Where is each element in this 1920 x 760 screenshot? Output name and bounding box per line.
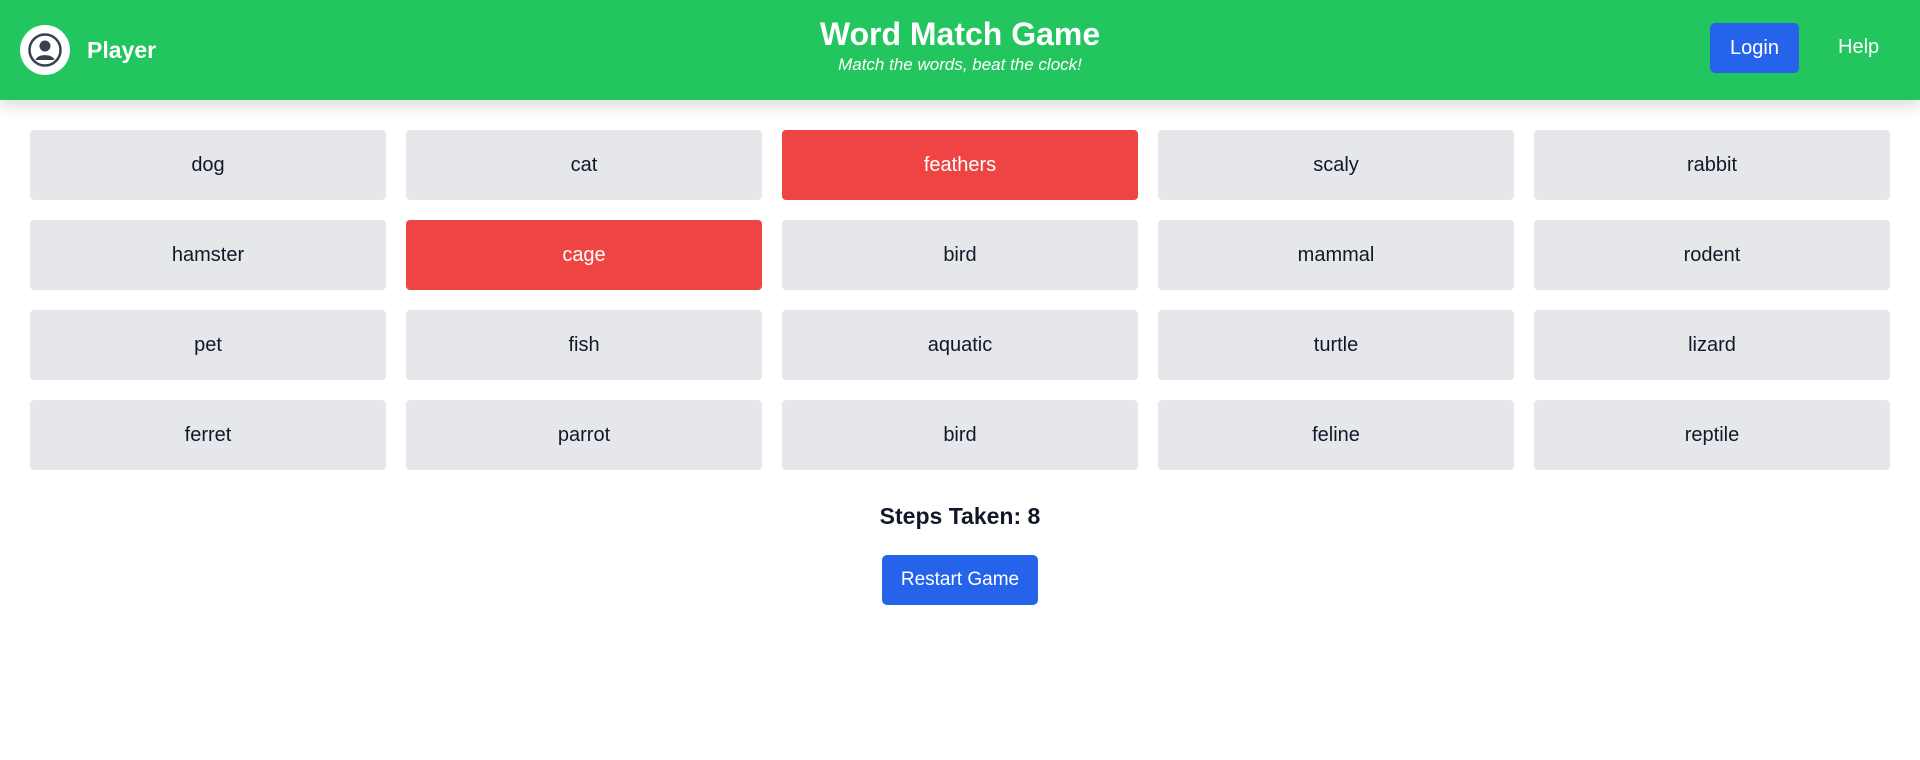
help-link[interactable]: Help <box>1838 36 1879 59</box>
word-tile[interactable]: fish <box>406 310 762 380</box>
word-tile[interactable]: turtle <box>1158 310 1514 380</box>
page-subtitle: Match the words, beat the clock! <box>838 55 1082 74</box>
word-tile[interactable]: mammal <box>1158 220 1514 290</box>
word-tile[interactable]: scaly <box>1158 130 1514 200</box>
player-name: Player <box>87 36 157 63</box>
word-tile[interactable]: bird <box>782 400 1138 470</box>
login-button[interactable]: Login <box>1710 23 1799 73</box>
word-tile[interactable]: bird <box>782 220 1138 290</box>
word-board: dog cat feathers scaly rabbit hamster cage bird… <box>30 130 1890 470</box>
word-tile[interactable]: ferret <box>30 400 386 470</box>
user-circle-icon <box>20 25 70 75</box>
restart-game-button[interactable]: Restart Game <box>882 555 1038 605</box>
page-title: Word Match Game <box>819 16 1101 52</box>
word-tile[interactable]: hamster <box>30 220 386 290</box>
title-block: Word Match Game Match the words, beat th… <box>0 14 1920 76</box>
word-tile[interactable]: parrot <box>406 400 762 470</box>
word-tile[interactable]: cat <box>406 130 762 200</box>
word-tile[interactable]: feline <box>1158 400 1514 470</box>
word-tile[interactable]: aquatic <box>782 310 1138 380</box>
word-tile[interactable]: pet <box>30 310 386 380</box>
word-tile[interactable]: lizard <box>1534 310 1890 380</box>
word-tile[interactable]: cage <box>406 220 762 290</box>
word-tile[interactable]: dog <box>30 130 386 200</box>
app-header: Player Word Match Game Match the words, … <box>0 0 1920 100</box>
word-tile[interactable]: reptile <box>1534 400 1890 470</box>
player-profile[interactable]: Player <box>20 25 156 75</box>
word-tile[interactable]: rodent <box>1534 220 1890 290</box>
steps-counter: Steps Taken: 8 <box>879 503 1041 529</box>
word-tile[interactable]: feathers <box>782 130 1138 200</box>
word-tile[interactable]: rabbit <box>1534 130 1890 200</box>
